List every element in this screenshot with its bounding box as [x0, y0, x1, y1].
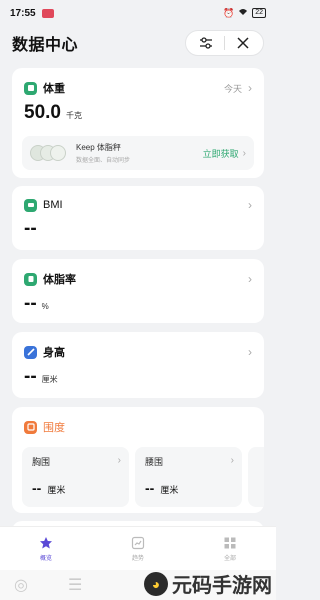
watermark-logo-icon: ◕ [144, 571, 168, 596]
scale-promo[interactable]: Keep 体脂秤 数据全面、自动同步 立即获取 › [22, 136, 254, 170]
weight-value: 50.0 [24, 102, 61, 123]
star-icon [40, 536, 52, 548]
status-icons: ⏰ 22 [223, 8, 266, 19]
height-value: -- [24, 366, 37, 387]
battery-icon: 22 [252, 8, 266, 18]
page-title: 数据中心 [12, 37, 79, 54]
tab-all-label: 全部 [223, 555, 236, 562]
chevron-right-icon: › [248, 81, 252, 95]
app-notification-icon [41, 8, 54, 18]
watermark-text: 元码手游网 [172, 575, 272, 597]
grid-icon [224, 537, 236, 548]
bodyfat-value: -- [24, 293, 37, 314]
sliders-icon [200, 37, 212, 49]
height-unit: 厘米 [41, 375, 58, 384]
menu-icon[interactable]: ☰ [68, 575, 82, 595]
scale-icon [24, 81, 37, 95]
scale-name: Keep 体脂秤 [76, 143, 121, 152]
circumference-label: 围度 [43, 422, 65, 434]
weight-label: 体重 [43, 83, 65, 95]
chevron-right-icon: › [248, 198, 252, 212]
bmi-card[interactable]: BMI › -- [12, 186, 264, 250]
waist-item[interactable]: 腰围 › -- 厘米 [135, 447, 242, 507]
tab-trends[interactable]: 趋势 [92, 527, 184, 570]
get-now-link[interactable]: 立即获取 [203, 147, 239, 160]
circumference-card: 围度 胸围 › -- 厘米 腰围 › -- 厘米 [12, 407, 264, 513]
bmi-value: -- [24, 218, 37, 239]
waist-label: 腰围 [145, 457, 164, 467]
bmi-label: BMI [43, 199, 63, 211]
weight-date: 今天 [223, 83, 242, 94]
weight-unit: 千克 [65, 111, 82, 120]
chest-value: -- [32, 480, 42, 496]
bodyfat-icon [24, 272, 37, 286]
wifi-icon [238, 8, 248, 18]
close-icon [237, 37, 249, 49]
chevron-right-icon: › [242, 147, 246, 159]
bodyfat-unit: % [41, 302, 49, 311]
bottom-nav: 概览 趋势 全部 [0, 526, 276, 570]
next-item[interactable] [248, 447, 264, 507]
divider [224, 36, 225, 50]
chevron-right-icon: › [248, 272, 252, 286]
status-bar: 17:55 ⏰ 22 [0, 0, 276, 26]
trend-icon [131, 536, 145, 549]
back-icon[interactable]: ◎ [14, 575, 28, 595]
height-card[interactable]: 身高 › -- 厘米 [12, 332, 264, 398]
watermark: ◕ 元码手游网 [144, 569, 272, 598]
waist-unit: 厘米 [160, 485, 179, 495]
chevron-right-icon: › [230, 455, 234, 466]
close-button[interactable] [231, 31, 255, 55]
height-label: 身高 [43, 347, 65, 359]
chest-label: 胸围 [32, 457, 51, 467]
header-actions [185, 30, 264, 56]
bodyfat-card[interactable]: 体脂率 › -- % [12, 259, 264, 323]
tape-icon [24, 420, 37, 434]
chevron-right-icon: › [248, 345, 252, 359]
alarm-icon: ⏰ [222, 7, 235, 18]
chest-item[interactable]: 胸围 › -- 厘米 [22, 447, 129, 507]
weight-card[interactable]: 体重 今天 › 50.0 千克 Keep 体脂秤 数据全面、自动同步 立即获取 … [12, 68, 264, 178]
tab-trends-label: 趋势 [131, 555, 144, 562]
tab-all[interactable]: 全部 [184, 527, 276, 570]
chest-unit: 厘米 [47, 485, 66, 495]
scale-desc: 数据全面、自动同步 [76, 158, 131, 164]
tab-overview[interactable]: 概览 [0, 527, 92, 570]
bodyfat-label: 体脂率 [43, 274, 76, 286]
bmi-icon [24, 198, 37, 212]
ruler-icon [24, 345, 37, 359]
settings-button[interactable] [194, 31, 218, 55]
tab-overview-label: 概览 [39, 555, 52, 562]
waist-value: -- [145, 480, 155, 496]
status-time: 17:55 [10, 7, 36, 19]
header: 数据中心 [0, 26, 276, 60]
body-scale-icon [30, 141, 70, 165]
chevron-right-icon: › [117, 455, 121, 466]
